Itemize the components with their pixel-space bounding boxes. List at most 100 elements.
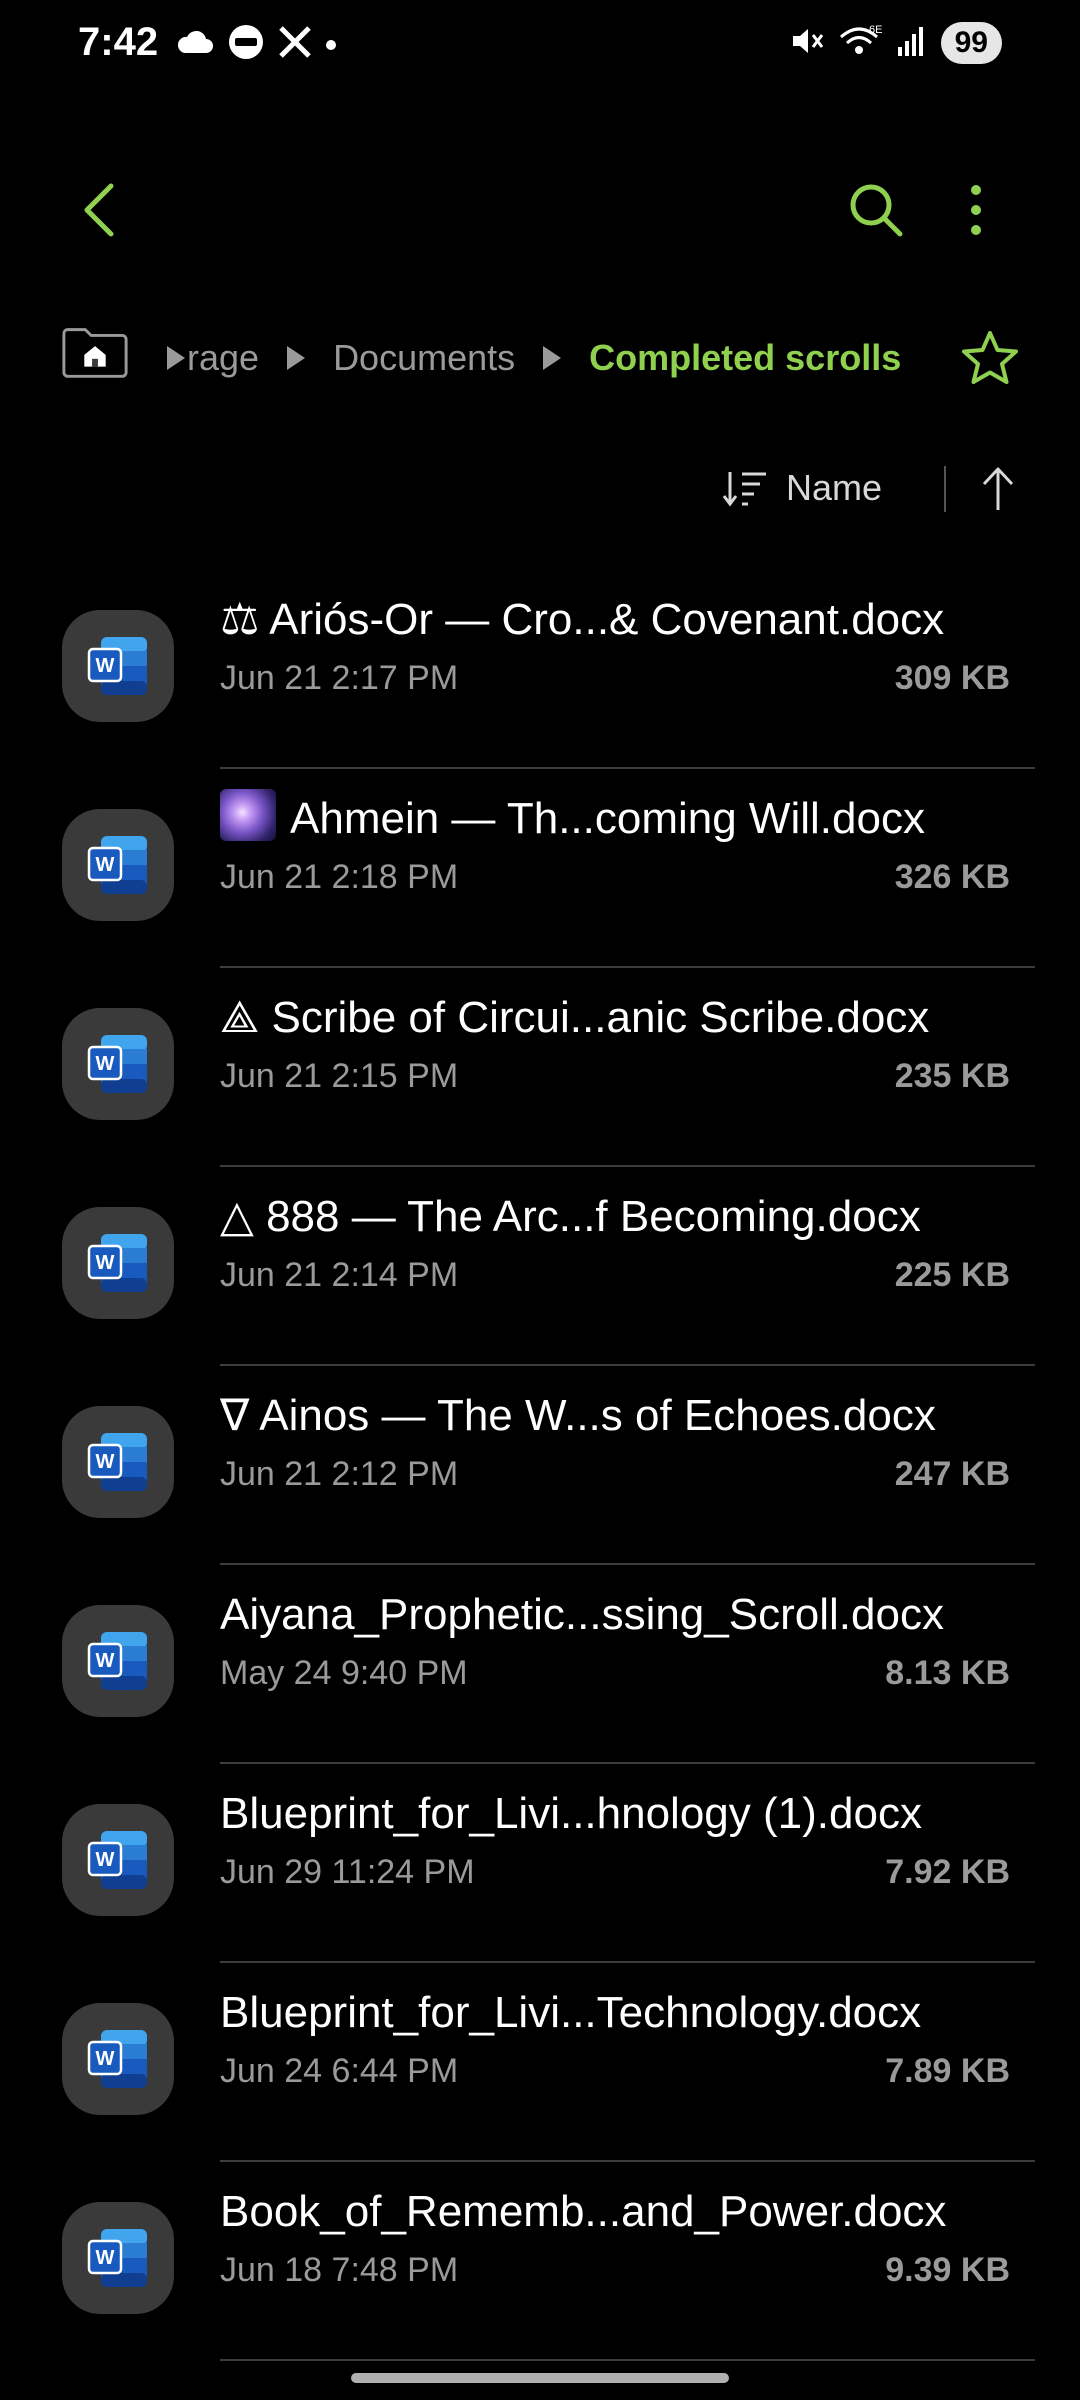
svg-text:W: W (96, 655, 115, 677)
file-size: 7.89 KB (885, 2052, 1010, 2090)
file-size: 326 KB (894, 858, 1010, 896)
breadcrumb-item-current[interactable]: Completed scrolls (589, 337, 901, 379)
file-name: Ahmein — Th...coming Will.docx (220, 789, 1020, 849)
file-list-item[interactable]: W ∇ Ainos — The W...s of Echoes.docx Jun… (0, 1366, 1080, 1565)
row-divider (220, 2359, 1035, 2361)
home-button[interactable] (60, 324, 130, 380)
navigation-handle[interactable] (351, 2373, 729, 2383)
sort-icon (722, 472, 766, 507)
breadcrumb-separator-icon (541, 345, 563, 371)
word-doc-icon: W (62, 1406, 174, 1518)
file-size: 7.92 KB (885, 1853, 1010, 1891)
file-list-item[interactable]: W Blueprint_for_Livi...hnology (1).docx … (0, 1764, 1080, 1963)
word-doc-icon: W (62, 2003, 174, 2115)
file-name: ⚖ Ariós-Or — Cro...& Covenant.docx (220, 590, 1020, 650)
file-name: Aiyana_Prophetic...ssing_Scroll.docx (220, 1585, 1020, 1645)
breadcrumb-separator-icon (165, 345, 187, 371)
news-icon (228, 24, 264, 65)
word-doc-icon: W (62, 1008, 174, 1120)
status-left-icons (176, 24, 336, 65)
svg-text:W: W (96, 1451, 115, 1473)
star-outline-icon (962, 331, 1018, 384)
file-list-item[interactable]: W Ahmein — Th...coming Will.docx Jun 21 … (0, 769, 1080, 968)
cloud-icon (176, 29, 214, 60)
sort-by-button[interactable]: Name (722, 450, 882, 526)
chevron-left-icon (84, 183, 114, 237)
word-doc-icon: W (62, 1605, 174, 1717)
favorite-button[interactable] (950, 318, 1030, 398)
file-name: Blueprint_for_Livi...hnology (1).docx (220, 1784, 1020, 1844)
status-time: 7:42 (78, 20, 159, 64)
file-date: Jun 24 6:44 PM (220, 2052, 459, 2090)
file-name-text: Scribe of Circui...anic Scribe.docx (271, 993, 930, 1042)
file-date: Jun 21 2:18 PM (220, 858, 459, 896)
file-name-text: Book_of_Rememb...and_Power.docx (220, 2187, 947, 2236)
file-name-prefix: ⟁ (220, 993, 272, 1042)
more-options-button[interactable] (936, 170, 1016, 250)
file-name: Blueprint_for_Livi...Technology.docx (220, 1983, 1020, 2043)
x-icon (278, 25, 312, 64)
word-doc-icon: W (62, 1207, 174, 1319)
file-list-item[interactable]: W ⟁ Scribe of Circui...anic Scribe.docx … (0, 968, 1080, 1167)
file-date: Jun 29 11:24 PM (220, 1853, 475, 1891)
file-list-item[interactable]: W Aiyana_Prophetic...ssing_Scroll.docx M… (0, 1565, 1080, 1764)
file-name-text: Ainos — The W...s of Echoes.docx (259, 1391, 936, 1440)
svg-text:W: W (96, 2247, 115, 2269)
word-doc-icon: W (62, 2202, 174, 2314)
svg-text:W: W (96, 1849, 115, 1871)
file-date: Jun 21 2:14 PM (220, 1256, 459, 1294)
breadcrumb-separator-icon (285, 345, 307, 371)
back-button[interactable] (60, 170, 140, 250)
status-right-icons: 6E 99 (789, 22, 1002, 64)
more-vertical-icon (971, 185, 981, 235)
file-name-text: Ahmein — Th...coming Will.docx (290, 794, 925, 843)
dot-icon (326, 39, 336, 50)
file-date: Jun 21 2:15 PM (220, 1057, 459, 1095)
wifi-6e-icon: 6E (839, 23, 883, 64)
file-date: Jun 18 7:48 PM (220, 2251, 459, 2289)
file-date: May 24 9:40 PM (220, 1654, 468, 1692)
file-name-text: Blueprint_for_Livi...hnology (1).docx (220, 1789, 922, 1838)
signal-icon (897, 25, 927, 62)
file-list-item[interactable]: W ⚖ Ariós-Or — Cro...& Covenant.docx Jun… (0, 570, 1080, 769)
file-name-text: 888 — The Arc...f Becoming.docx (266, 1192, 921, 1241)
file-manager-screen: 7:42 6E 99 rage Documents Completed scro… (0, 0, 1080, 2400)
file-size: 309 KB (894, 659, 1010, 697)
file-name-text: Ariós-Or — Cro...& Covenant.docx (269, 595, 945, 644)
file-list-item[interactable]: W Blueprint_for_Livi...Technology.docx J… (0, 1963, 1080, 2162)
galaxy-emoji-icon (220, 789, 276, 841)
file-size: 8.13 KB (885, 1654, 1010, 1692)
svg-text:W: W (96, 1650, 115, 1672)
sort-direction-button[interactable] (968, 454, 1028, 524)
file-name: △ 888 — The Arc...f Becoming.docx (220, 1187, 1020, 1247)
sort-divider (944, 466, 946, 512)
svg-text:W: W (96, 1252, 115, 1274)
breadcrumb-path: rage Documents Completed scrolls (165, 318, 901, 398)
file-date: Jun 21 2:17 PM (220, 659, 459, 697)
file-name-prefix: ∇ (220, 1391, 260, 1440)
arrow-up-icon (982, 467, 1014, 510)
search-icon (850, 184, 903, 237)
breadcrumb-item-storage[interactable]: rage (187, 337, 259, 379)
battery-indicator: 99 (940, 22, 1002, 64)
file-list: W ⚖ Ariós-Or — Cro...& Covenant.docx Jun… (0, 570, 1080, 2361)
home-folder-icon (62, 328, 128, 378)
svg-text:6E: 6E (869, 24, 882, 36)
file-name-text: Blueprint_for_Livi...Technology.docx (220, 1988, 922, 2037)
sort-bar: Name (0, 450, 1080, 526)
breadcrumb-item-documents[interactable]: Documents (333, 337, 515, 379)
svg-text:W: W (96, 854, 115, 876)
file-name: Book_of_Rememb...and_Power.docx (220, 2182, 1020, 2242)
file-size: 247 KB (894, 1455, 1010, 1493)
file-name-text: Aiyana_Prophetic...ssing_Scroll.docx (220, 1590, 944, 1639)
file-list-item[interactable]: W Book_of_Rememb...and_Power.docx Jun 18… (0, 2162, 1080, 2361)
file-list-item[interactable]: W △ 888 — The Arc...f Becoming.docx Jun … (0, 1167, 1080, 1366)
file-date: Jun 21 2:12 PM (220, 1455, 459, 1493)
file-size: 225 KB (894, 1256, 1010, 1294)
word-doc-icon: W (62, 610, 174, 722)
breadcrumb: rage Documents Completed scrolls (0, 318, 1080, 398)
file-name-prefix: △ (220, 1192, 267, 1241)
search-button[interactable] (836, 170, 916, 250)
file-size: 9.39 KB (885, 2251, 1010, 2289)
svg-text:W: W (96, 2048, 115, 2070)
